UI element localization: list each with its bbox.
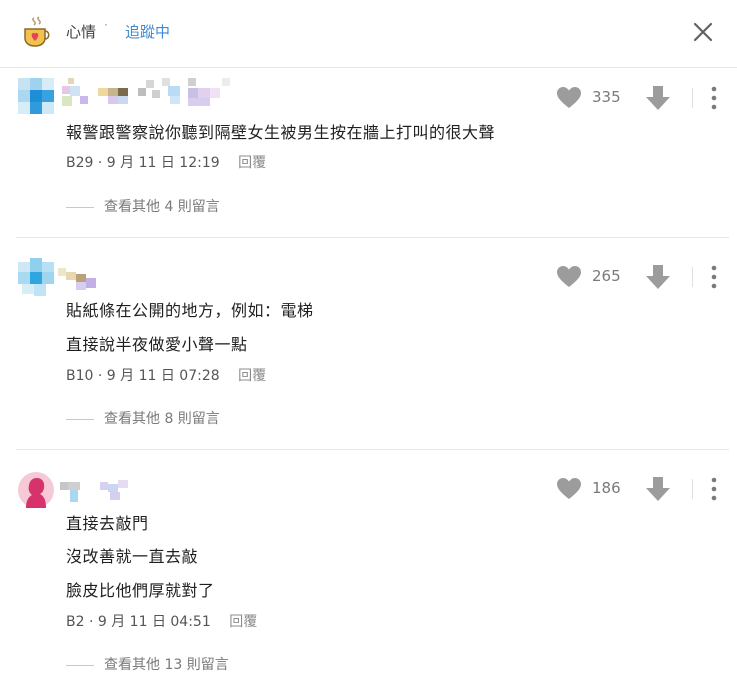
comment-date: 9 月 11 日 04:51 xyxy=(97,614,211,630)
follow-status-button[interactable]: 追蹤中 xyxy=(125,21,170,42)
comment-text: 直接說半夜做愛小聲一點 xyxy=(66,335,248,354)
floor-number: B2 xyxy=(66,614,85,630)
separator-dot: · xyxy=(104,18,108,32)
action-divider xyxy=(692,479,693,499)
heart-icon[interactable] xyxy=(556,477,582,501)
more-replies-label: 查看其他 4 則留言 xyxy=(104,199,220,215)
like-count: 186 xyxy=(592,479,621,497)
blurred-username xyxy=(62,78,230,106)
post-header: 心情 · 追蹤中 xyxy=(0,0,737,68)
comment-meta: B29 · 9 月 11 日 12:19 回覆 xyxy=(66,155,267,171)
divider-line xyxy=(66,206,94,208)
more-replies-link[interactable]: 查看其他 8 則留言 xyxy=(66,408,220,428)
like-count: 265 xyxy=(592,267,621,285)
comment-text: 臉皮比他們厚就對了 xyxy=(66,581,215,600)
floor-number: B29 xyxy=(66,155,94,171)
heart-icon[interactable] xyxy=(556,265,582,289)
reply-button[interactable]: 回覆 xyxy=(229,614,257,630)
more-vertical-icon[interactable] xyxy=(708,86,720,110)
more-replies-link[interactable]: 查看其他 4 則留言 xyxy=(66,196,220,216)
divider-line xyxy=(66,418,94,420)
action-divider xyxy=(692,88,693,108)
avatar[interactable] xyxy=(18,472,54,508)
close-icon[interactable] xyxy=(692,21,714,43)
floor-number: B10 xyxy=(66,368,94,384)
more-vertical-icon[interactable] xyxy=(708,265,720,289)
more-replies-link[interactable]: 查看其他 13 則留言 xyxy=(66,654,229,674)
comment-text: 貼紙條在公開的地方，例如：電梯 xyxy=(66,301,314,320)
blurred-username xyxy=(60,480,128,502)
divider-line xyxy=(66,664,94,666)
avatar[interactable] xyxy=(18,78,54,114)
comment-text: 沒改善就一直去敲 xyxy=(66,547,199,566)
comment-divider xyxy=(16,449,729,450)
avatar[interactable] xyxy=(18,258,54,296)
blurred-username xyxy=(58,268,96,290)
forum-name[interactable]: 心情 xyxy=(66,21,96,42)
arrow-down-icon[interactable] xyxy=(645,476,671,502)
more-replies-label: 查看其他 13 則留言 xyxy=(104,657,229,673)
comment-divider xyxy=(16,237,729,238)
more-replies-label: 查看其他 8 則留言 xyxy=(104,411,220,427)
coffee-cup-heart-icon[interactable] xyxy=(22,16,52,48)
comment-text: 直接去敲門 xyxy=(66,514,149,533)
arrow-down-icon[interactable] xyxy=(645,264,671,290)
comment-meta: B2 · 9 月 11 日 04:51 回覆 xyxy=(66,614,258,630)
comment-date: 9 月 11 日 12:19 xyxy=(106,155,220,171)
comment-text: 報警跟警察說你聽到隔壁女生被男生按在牆上打叫的很大聲 xyxy=(66,123,496,142)
more-vertical-icon[interactable] xyxy=(708,477,720,501)
comment-date: 9 月 11 日 07:28 xyxy=(106,368,220,384)
action-divider xyxy=(692,267,693,287)
reply-button[interactable]: 回覆 xyxy=(238,368,266,384)
comment-meta: B10 · 9 月 11 日 07:28 回覆 xyxy=(66,368,267,384)
arrow-down-icon[interactable] xyxy=(645,85,671,111)
heart-icon[interactable] xyxy=(556,86,582,110)
reply-button[interactable]: 回覆 xyxy=(238,155,266,171)
like-count: 335 xyxy=(592,88,621,106)
